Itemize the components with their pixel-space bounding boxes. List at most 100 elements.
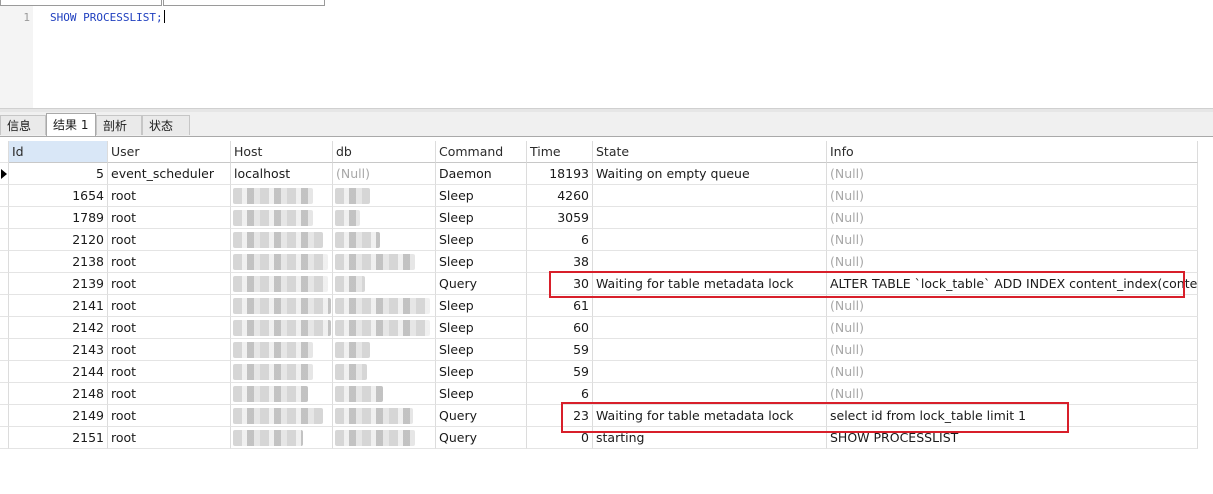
cell-command[interactable]: Query xyxy=(436,405,527,427)
cell-user[interactable]: root xyxy=(108,339,231,361)
cell-id[interactable]: 2138 xyxy=(9,251,108,273)
cell-id[interactable]: 5 xyxy=(9,163,108,185)
cell-user[interactable]: event_scheduler xyxy=(108,163,231,185)
cell-state[interactable] xyxy=(593,317,827,339)
row-marker[interactable] xyxy=(0,361,9,383)
cell-id[interactable]: 1654 xyxy=(9,185,108,207)
cell-state[interactable]: Waiting for table metadata lock xyxy=(593,405,827,427)
cell-info[interactable]: (Null) xyxy=(827,163,1198,185)
cell-time[interactable]: 38 xyxy=(527,251,593,273)
column-header-state[interactable]: State xyxy=(593,141,827,163)
cell-command[interactable]: Query xyxy=(436,273,527,295)
cell-info[interactable]: (Null) xyxy=(827,207,1198,229)
cell-state[interactable] xyxy=(593,295,827,317)
cell-user[interactable]: root xyxy=(108,273,231,295)
cell-user[interactable]: root xyxy=(108,405,231,427)
cell-command[interactable]: Sleep xyxy=(436,339,527,361)
table-row[interactable]: 2149 root Query 23 Waiting for table metadat… xyxy=(0,405,1198,427)
cell-command[interactable]: Daemon xyxy=(436,163,527,185)
cell-id[interactable]: 2151 xyxy=(9,427,108,449)
tab-result-1[interactable]: 结果 1 xyxy=(46,113,96,136)
cell-user[interactable]: root xyxy=(108,361,231,383)
row-marker[interactable] xyxy=(0,251,9,273)
cell-info[interactable]: (Null) xyxy=(827,383,1198,405)
cell-state[interactable]: Waiting for table metadata lock xyxy=(593,273,827,295)
cell-time[interactable]: 61 xyxy=(527,295,593,317)
table-row[interactable]: 2148 root Sleep 6 (Null) xyxy=(0,383,1198,405)
cell-command[interactable]: Sleep xyxy=(436,383,527,405)
cell-command[interactable]: Sleep xyxy=(436,207,527,229)
cell-info[interactable]: SHOW PROCESSLIST xyxy=(827,427,1198,449)
column-header-id[interactable]: Id xyxy=(9,141,108,163)
row-marker[interactable] xyxy=(0,207,9,229)
cell-id[interactable]: 2141 xyxy=(9,295,108,317)
cell-time[interactable]: 59 xyxy=(527,339,593,361)
cell-user[interactable]: root xyxy=(108,229,231,251)
cell-command[interactable]: Sleep xyxy=(436,185,527,207)
column-header-db[interactable]: db xyxy=(333,141,436,163)
column-header-host[interactable]: Host xyxy=(231,141,333,163)
cell-user[interactable]: root xyxy=(108,295,231,317)
table-row[interactable]: 2120 root Sleep 6 (Null) xyxy=(0,229,1198,251)
table-row[interactable]: 2151 root Query 0 starting SHOW PROCESSLIST xyxy=(0,427,1198,449)
table-row[interactable]: 2142 root Sleep 60 (Null) xyxy=(0,317,1198,339)
sql-editor[interactable]: 1 SHOW PROCESSLIST; xyxy=(0,6,1213,108)
table-row[interactable]: 1789 root Sleep 3059 (Null) xyxy=(0,207,1198,229)
cell-info[interactable]: ALTER TABLE `lock_table` ADD INDEX conte… xyxy=(827,273,1198,295)
cell-id[interactable]: 1789 xyxy=(9,207,108,229)
tab-profile[interactable]: 剖析 xyxy=(96,115,142,135)
row-marker[interactable] xyxy=(0,405,9,427)
cell-db[interactable]: (Null) xyxy=(333,163,436,185)
column-header-user[interactable]: User xyxy=(108,141,231,163)
table-row[interactable]: 2141 root Sleep 61 (Null) xyxy=(0,295,1198,317)
cell-time[interactable]: 60 xyxy=(527,317,593,339)
cell-host[interactable]: localhost xyxy=(231,163,333,185)
cell-command[interactable]: Sleep xyxy=(436,295,527,317)
cell-time[interactable]: 23 xyxy=(527,405,593,427)
cell-info[interactable]: (Null) xyxy=(827,185,1198,207)
cell-time[interactable]: 6 xyxy=(527,383,593,405)
editor-code-line[interactable]: SHOW PROCESSLIST; xyxy=(50,10,165,24)
cell-state[interactable] xyxy=(593,383,827,405)
cell-command[interactable]: Sleep xyxy=(436,317,527,339)
row-marker[interactable] xyxy=(0,273,9,295)
cell-state[interactable] xyxy=(593,185,827,207)
cell-time[interactable]: 4260 xyxy=(527,185,593,207)
row-marker[interactable] xyxy=(0,295,9,317)
cell-state[interactable]: starting xyxy=(593,427,827,449)
cell-state[interactable]: Waiting on empty queue xyxy=(593,163,827,185)
row-marker[interactable] xyxy=(0,229,9,251)
cell-command[interactable]: Query xyxy=(436,427,527,449)
table-row[interactable]: 5 event_scheduler localhost (Null) Daemon 181… xyxy=(0,163,1198,185)
cell-user[interactable]: root xyxy=(108,185,231,207)
cell-info[interactable]: (Null) xyxy=(827,339,1198,361)
cell-user[interactable]: root xyxy=(108,251,231,273)
cell-id[interactable]: 2148 xyxy=(9,383,108,405)
cell-command[interactable]: Sleep xyxy=(436,361,527,383)
row-marker[interactable] xyxy=(0,427,9,449)
cell-time[interactable]: 18193 xyxy=(527,163,593,185)
column-header-time[interactable]: Time xyxy=(527,141,593,163)
cell-id[interactable]: 2139 xyxy=(9,273,108,295)
tab-info[interactable]: 信息 xyxy=(0,115,46,135)
table-row[interactable]: 1654 root Sleep 4260 (Null) xyxy=(0,185,1198,207)
cell-command[interactable]: Sleep xyxy=(436,251,527,273)
table-row[interactable]: 2144 root Sleep 59 (Null) xyxy=(0,361,1198,383)
cell-time[interactable]: 6 xyxy=(527,229,593,251)
cell-state[interactable] xyxy=(593,229,827,251)
cell-time[interactable]: 59 xyxy=(527,361,593,383)
column-header-command[interactable]: Command xyxy=(436,141,527,163)
cell-time[interactable]: 3059 xyxy=(527,207,593,229)
cell-user[interactable]: root xyxy=(108,207,231,229)
cell-user[interactable]: root xyxy=(108,383,231,405)
cell-state[interactable] xyxy=(593,207,827,229)
table-row[interactable]: 2139 root Query 30 Waiting for table metadat… xyxy=(0,273,1198,295)
cell-user[interactable]: root xyxy=(108,317,231,339)
cell-time[interactable]: 0 xyxy=(527,427,593,449)
row-marker[interactable] xyxy=(0,163,9,185)
cell-info[interactable]: (Null) xyxy=(827,251,1198,273)
cell-state[interactable] xyxy=(593,339,827,361)
cell-id[interactable]: 2143 xyxy=(9,339,108,361)
cell-time[interactable]: 30 xyxy=(527,273,593,295)
cell-id[interactable]: 2120 xyxy=(9,229,108,251)
